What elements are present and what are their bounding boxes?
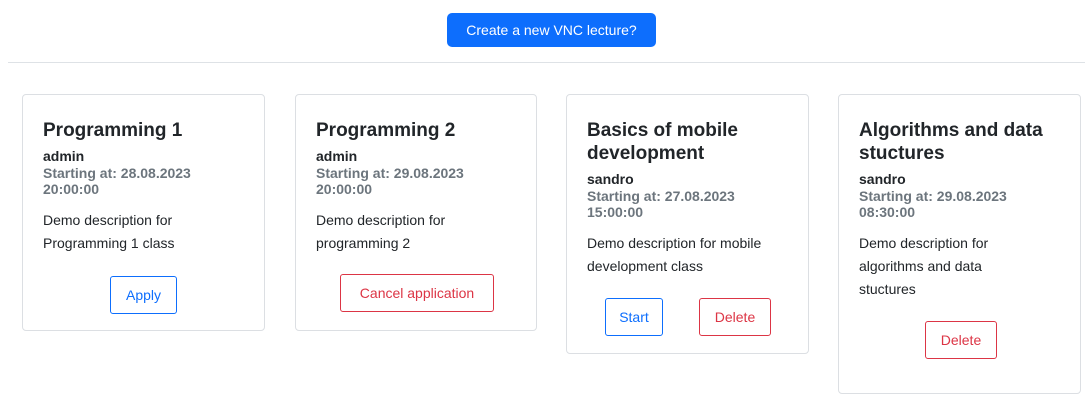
lecture-title: Algorithms and data stuctures bbox=[859, 120, 1043, 164]
lecture-description: Demo description for programming 2 bbox=[316, 212, 446, 251]
lecture-description: Demo description for algorithms and data… bbox=[859, 235, 989, 297]
cancel-application-button[interactable]: Cancel application bbox=[340, 274, 494, 312]
apply-button[interactable]: Apply bbox=[110, 276, 177, 314]
lecture-card-programming-1: Programming 1 admin Starting at: 28.08.2… bbox=[22, 94, 265, 331]
lecture-card-programming-2: Programming 2 admin Starting at: 29.08.2… bbox=[295, 94, 537, 331]
lecture-card-mobile-development: Basics of mobile development sandro Star… bbox=[566, 94, 809, 354]
lecture-card-algorithms: Algorithms and data stuctures sandro Sta… bbox=[838, 94, 1081, 394]
lecture-start-time: Starting at: 27.08.2023 15:00:00 bbox=[587, 188, 735, 220]
delete-button[interactable]: Delete bbox=[699, 298, 771, 336]
lecture-description: Demo description for Programming 1 class bbox=[43, 212, 175, 251]
divider bbox=[8, 62, 1085, 63]
top-bar: Create a new VNC lecture? bbox=[0, 0, 1085, 62]
lecture-title: Programming 2 bbox=[316, 120, 456, 141]
lecture-author: sandro bbox=[859, 171, 906, 187]
lecture-author: admin bbox=[43, 148, 85, 164]
create-lecture-button[interactable]: Create a new VNC lecture? bbox=[447, 13, 656, 47]
lecture-start-time: Starting at: 29.08.2023 20:00:00 bbox=[316, 165, 464, 197]
lecture-start-time: Starting at: 29.08.2023 08:30:00 bbox=[859, 188, 1007, 220]
start-button[interactable]: Start bbox=[605, 298, 663, 336]
lecture-description: Demo description for mobile development … bbox=[587, 235, 762, 274]
lecture-title: Programming 1 bbox=[43, 120, 183, 141]
delete-button[interactable]: Delete bbox=[925, 321, 997, 359]
lecture-start-time: Starting at: 28.08.2023 20:00:00 bbox=[43, 165, 191, 197]
lecture-title: Basics of mobile development bbox=[587, 120, 738, 164]
lecture-author: admin bbox=[316, 148, 358, 164]
lecture-author: sandro bbox=[587, 171, 634, 187]
